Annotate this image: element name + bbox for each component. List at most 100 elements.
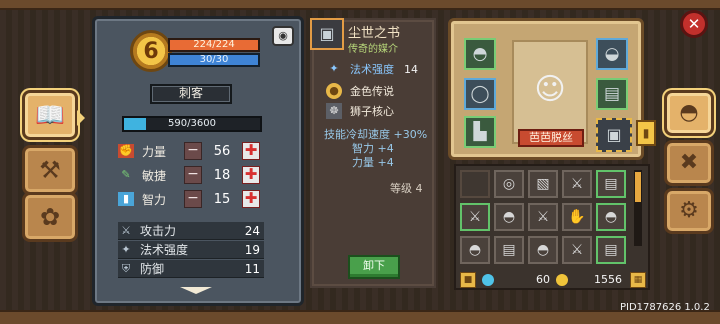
gear-icon: ⚙ (679, 198, 699, 223)
sword-icon: ⚔ (468, 209, 482, 225)
helmet-icon: ◓ (679, 100, 699, 125)
class-name-button[interactable]: 刺客 (150, 84, 232, 104)
coin-count: 1556 (594, 273, 622, 286)
gem-count: 60 (536, 273, 550, 286)
tome-icon: ▣ (319, 24, 335, 43)
ring-icon: ◯ (470, 84, 490, 104)
equip-slot-boots[interactable]: ▙ (464, 116, 496, 148)
nav-skills-button[interactable]: ✖ (664, 140, 714, 186)
fist-icon: ✊ (118, 144, 134, 158)
active-indicator-arrow (77, 110, 85, 126)
nav-book-button[interactable]: 📖 (22, 90, 85, 140)
grid-icon: ▦ (633, 275, 643, 285)
sword-icon: ⚔ (536, 209, 550, 225)
level-value: 6 (143, 38, 159, 64)
screenshot-button[interactable]: ◉ (272, 26, 294, 46)
gem-icon (482, 274, 494, 286)
item-set-line: ● 金色传说 (326, 82, 394, 100)
exp-fill (124, 118, 147, 130)
equipment-side-tab[interactable]: ▮ (636, 120, 656, 146)
class-name-label: 刺客 (178, 86, 203, 100)
attribute-value: 15 (213, 191, 231, 207)
item-thumbnail: ▣ (310, 18, 344, 50)
item-level: 等级 4 (390, 180, 423, 196)
sword-icon: ⚔ (570, 242, 584, 258)
item-stat-value: 14 (404, 62, 418, 76)
sword-icon: ⚔ (570, 176, 584, 192)
exp-text: 590/3600 (168, 118, 216, 129)
inventory-slot[interactable]: ⚔ (562, 236, 592, 264)
sword-icon: ⚔ (121, 224, 131, 237)
attribute-label: 力量 (142, 144, 167, 159)
inventory-slot[interactable]: ▤ (596, 170, 626, 198)
attribute-row-strength: ✊ 力量 − 56 ✚ (118, 140, 264, 162)
equip-slot-armor[interactable]: ▤ (596, 78, 628, 110)
substat-value: 11 (244, 261, 260, 276)
decrease-intelligence-button[interactable]: − (184, 190, 202, 208)
decrease-agility-button[interactable]: − (184, 166, 202, 184)
lock-button[interactable]: ■ (460, 272, 476, 288)
item-core-line: ☸ 狮子核心 (326, 102, 394, 120)
helmet-icon: ◓ (502, 209, 516, 225)
character-sprite: ☺ (534, 72, 566, 107)
inventory-slot[interactable]: ▤ (596, 236, 626, 264)
crafting-icon: ⚒ (39, 156, 61, 184)
nav-settings-button[interactable]: ⚙ (664, 188, 714, 234)
equip-slot-ring[interactable]: ◯ (464, 78, 496, 110)
level-badge: 6 (130, 30, 172, 72)
unequip-button[interactable]: 卸下 (348, 255, 400, 279)
nav-pet-button[interactable]: ✿ (22, 192, 78, 242)
inventory-slot[interactable]: ⚔ (562, 170, 592, 198)
increase-intelligence-button[interactable]: ✚ (242, 190, 260, 208)
inventory-slot[interactable]: ▧ (528, 170, 558, 198)
round-shield-icon: ◎ (502, 176, 516, 192)
item-set-name: 金色传说 (350, 85, 394, 98)
tome-icon: ▣ (606, 125, 622, 144)
equip-slot-offhand-selected[interactable]: ▣ (596, 118, 632, 152)
item-core-name: 狮子核心 (350, 105, 394, 118)
top-wood-plank (0, 0, 720, 10)
inventory-slot[interactable]: ◓ (596, 203, 626, 231)
substat-label: 攻击力 (140, 224, 177, 238)
close-button[interactable]: ✕ (680, 10, 708, 38)
inventory-slot[interactable]: ◓ (494, 203, 524, 231)
boots-icon: ▙ (473, 122, 487, 142)
increase-strength-button[interactable]: ✚ (242, 142, 260, 160)
inventory-slot[interactable]: ⚔ (528, 203, 558, 231)
helmet-icon: ◓ (472, 44, 488, 64)
inventory-slot[interactable]: ⚔ (460, 203, 490, 231)
armor-icon: ▤ (604, 242, 618, 258)
substat-row-spell-power: ✦ 法术强度 19 (118, 241, 264, 259)
helmet-icon: ◓ (536, 242, 550, 258)
attribute-row-agility: ✎ 敏捷 − 18 ✚ (118, 164, 264, 186)
inventory-slot[interactable]: ✋ (562, 203, 592, 231)
increase-agility-button[interactable]: ✚ (242, 166, 260, 184)
inventory-slot[interactable]: ◓ (460, 236, 490, 264)
inventory-scroll-thumb[interactable] (635, 172, 641, 202)
crossed-tools-icon: ✖ (679, 150, 699, 175)
hp-text: 224/224 (193, 39, 235, 50)
equip-slot-mask[interactable]: ◒ (596, 38, 628, 70)
gauntlet-icon: ✋ (568, 209, 586, 225)
wand-icon: ✦ (121, 243, 131, 256)
book-icon: 📖 (35, 101, 65, 129)
nav-crafting-button[interactable]: ⚒ (22, 145, 78, 195)
bottom-wood-plank (0, 310, 720, 324)
sort-button[interactable]: ▦ (630, 272, 646, 288)
inventory-slot[interactable]: ◓ (528, 236, 558, 264)
item-stat-line: ✦ 法术强度 14 (326, 60, 418, 78)
equip-slot-helmet[interactable]: ◓ (464, 38, 496, 70)
nav-equipment-button[interactable]: ◓ (664, 90, 714, 136)
armor-icon: ▤ (502, 242, 516, 258)
character-name: 芭芭脱丝 (529, 131, 573, 144)
scroll-down-chevron-icon[interactable] (180, 287, 212, 294)
inventory-slot[interactable]: ▤ (494, 236, 524, 264)
lion-core-icon: ☸ (326, 103, 342, 119)
inventory-slot[interactable] (460, 170, 490, 198)
exp-bar: 590/3600 (122, 116, 262, 132)
substat-label: 防御 (140, 262, 165, 276)
attribute-value: 56 (213, 143, 231, 159)
inventory-slot[interactable]: ◎ (494, 170, 524, 198)
gold-coin-icon: ● (326, 83, 342, 99)
decrease-strength-button[interactable]: − (184, 142, 202, 160)
